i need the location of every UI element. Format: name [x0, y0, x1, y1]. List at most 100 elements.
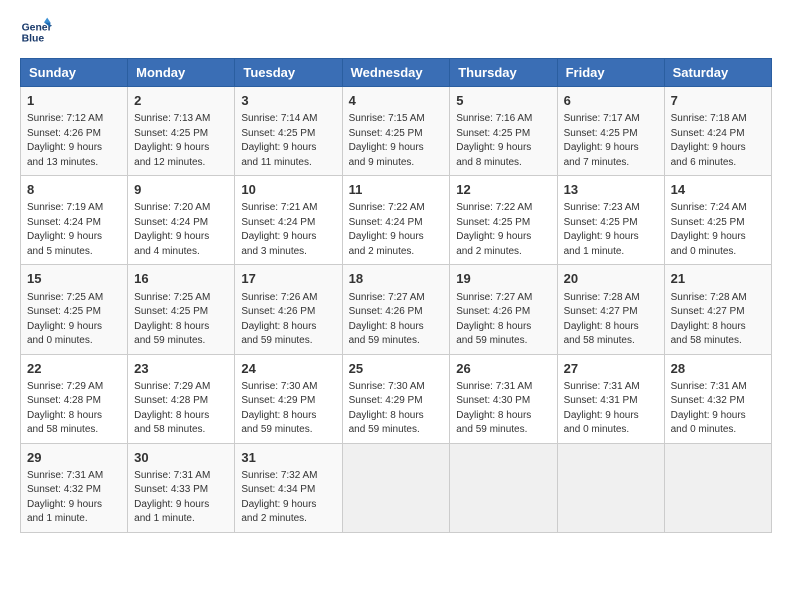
day-info: Sunrise: 7:20 AM Sunset: 4:24 PM Dayligh…	[134, 201, 228, 259]
day-cell: 27 Sunrise: 7:31 AM Sunset: 4:31 PM Dayli…	[557, 354, 664, 443]
day-info: Sunrise: 7:21 AM Sunset: 4:24 PM Dayligh…	[241, 201, 335, 259]
day-cell: 21 Sunrise: 7:28 AM Sunset: 4:27 PM Dayli…	[664, 265, 771, 354]
day-number: 28	[671, 360, 765, 378]
day-cell	[342, 443, 450, 532]
day-number: 16	[134, 270, 228, 288]
day-info: Sunrise: 7:28 AM Sunset: 4:27 PM Dayligh…	[671, 291, 765, 349]
day-cell: 10 Sunrise: 7:21 AM Sunset: 4:24 PM Dayli…	[235, 176, 342, 265]
day-cell: 23Sunrise: 7:29 AM Sunset: 4:28 PM Dayli…	[128, 354, 235, 443]
day-number: 19	[456, 270, 550, 288]
day-info: Sunrise: 7:27 AM Sunset: 4:26 PM Dayligh…	[349, 291, 444, 349]
day-number: 8	[27, 181, 121, 199]
day-number: 27	[564, 360, 658, 378]
day-number: 5	[456, 92, 550, 110]
day-cell: 31 Sunrise: 7:32 AM Sunset: 4:34 PM Dayli…	[235, 443, 342, 532]
day-info: Sunrise: 7:19 AM Sunset: 4:24 PM Dayligh…	[27, 201, 121, 259]
day-info: Sunrise: 7:25 AM Sunset: 4:25 PM Dayligh…	[134, 291, 228, 349]
week-row-1: 1 Sunrise: 7:12 AM Sunset: 4:26 PM Daylig…	[21, 87, 772, 176]
day-info: Sunrise: 7:28 AM Sunset: 4:27 PM Dayligh…	[564, 291, 658, 349]
col-header-wednesday: Wednesday	[342, 59, 450, 87]
day-cell: 3 Sunrise: 7:14 AM Sunset: 4:25 PM Daylig…	[235, 87, 342, 176]
day-number: 30	[134, 449, 228, 467]
week-row-5: 29Sunrise: 7:31 AM Sunset: 4:32 PM Dayli…	[21, 443, 772, 532]
day-number: 20	[564, 270, 658, 288]
day-cell: 18 Sunrise: 7:27 AM Sunset: 4:26 PM Dayli…	[342, 265, 450, 354]
day-cell: 22 Sunrise: 7:29 AM Sunset: 4:28 PM Dayli…	[21, 354, 128, 443]
day-number: 22	[27, 360, 121, 378]
day-info: Sunrise: 7:31 AM Sunset: 4:30 PM Dayligh…	[456, 380, 550, 438]
day-number: 4	[349, 92, 444, 110]
day-cell	[450, 443, 557, 532]
day-number: 9	[134, 181, 228, 199]
day-info: Sunrise: 7:31 AM Sunset: 4:32 PM Dayligh…	[27, 469, 121, 527]
day-number: 17	[241, 270, 335, 288]
day-info: Sunrise: 7:24 AM Sunset: 4:25 PM Dayligh…	[671, 201, 765, 259]
day-cell: 8 Sunrise: 7:19 AM Sunset: 4:24 PM Daylig…	[21, 176, 128, 265]
col-header-thursday: Thursday	[450, 59, 557, 87]
day-info: Sunrise: 7:30 AM Sunset: 4:29 PM Dayligh…	[241, 380, 335, 438]
day-cell: 20 Sunrise: 7:28 AM Sunset: 4:27 PM Dayli…	[557, 265, 664, 354]
col-header-sunday: Sunday	[21, 59, 128, 87]
svg-text:Blue: Blue	[22, 34, 45, 45]
day-number: 11	[349, 181, 444, 199]
day-cell: 29Sunrise: 7:31 AM Sunset: 4:32 PM Dayli…	[21, 443, 128, 532]
day-info: Sunrise: 7:26 AM Sunset: 4:26 PM Dayligh…	[241, 291, 335, 349]
day-number: 13	[564, 181, 658, 199]
day-cell	[664, 443, 771, 532]
day-cell: 19Sunrise: 7:27 AM Sunset: 4:26 PM Dayli…	[450, 265, 557, 354]
day-number: 14	[671, 181, 765, 199]
day-info: Sunrise: 7:16 AM Sunset: 4:25 PM Dayligh…	[456, 112, 550, 170]
day-number: 10	[241, 181, 335, 199]
day-number: 26	[456, 360, 550, 378]
logo: General Blue	[20, 16, 52, 48]
day-number: 7	[671, 92, 765, 110]
day-cell: 11Sunrise: 7:22 AM Sunset: 4:24 PM Dayli…	[342, 176, 450, 265]
col-header-monday: Monday	[128, 59, 235, 87]
day-cell: 30 Sunrise: 7:31 AM Sunset: 4:33 PM Dayli…	[128, 443, 235, 532]
day-cell	[557, 443, 664, 532]
day-cell: 17 Sunrise: 7:26 AM Sunset: 4:26 PM Dayli…	[235, 265, 342, 354]
day-cell: 25 Sunrise: 7:30 AM Sunset: 4:29 PM Dayli…	[342, 354, 450, 443]
col-header-tuesday: Tuesday	[235, 59, 342, 87]
logo-icon: General Blue	[20, 16, 52, 48]
col-header-friday: Friday	[557, 59, 664, 87]
day-info: Sunrise: 7:12 AM Sunset: 4:26 PM Dayligh…	[27, 112, 121, 170]
day-info: Sunrise: 7:25 AM Sunset: 4:25 PM Dayligh…	[27, 291, 121, 349]
calendar: SundayMondayTuesdayWednesdayThursdayFrid…	[20, 58, 772, 533]
day-number: 2	[134, 92, 228, 110]
day-cell: 7Sunrise: 7:18 AM Sunset: 4:24 PM Daylig…	[664, 87, 771, 176]
day-number: 6	[564, 92, 658, 110]
day-info: Sunrise: 7:31 AM Sunset: 4:33 PM Dayligh…	[134, 469, 228, 527]
day-number: 3	[241, 92, 335, 110]
col-header-saturday: Saturday	[664, 59, 771, 87]
day-cell: 5 Sunrise: 7:16 AM Sunset: 4:25 PM Daylig…	[450, 87, 557, 176]
day-cell: 1 Sunrise: 7:12 AM Sunset: 4:26 PM Daylig…	[21, 87, 128, 176]
calendar-header-row: SundayMondayTuesdayWednesdayThursdayFrid…	[21, 59, 772, 87]
day-cell: 24 Sunrise: 7:30 AM Sunset: 4:29 PM Dayli…	[235, 354, 342, 443]
day-cell: 4Sunrise: 7:15 AM Sunset: 4:25 PM Daylig…	[342, 87, 450, 176]
day-number: 18	[349, 270, 444, 288]
day-number: 15	[27, 270, 121, 288]
day-cell: 12Sunrise: 7:22 AM Sunset: 4:25 PM Dayli…	[450, 176, 557, 265]
header: General Blue	[20, 16, 772, 48]
day-info: Sunrise: 7:22 AM Sunset: 4:25 PM Dayligh…	[456, 201, 550, 259]
day-number: 31	[241, 449, 335, 467]
day-number: 24	[241, 360, 335, 378]
day-cell: 15 Sunrise: 7:25 AM Sunset: 4:25 PM Dayli…	[21, 265, 128, 354]
week-row-4: 22 Sunrise: 7:29 AM Sunset: 4:28 PM Dayli…	[21, 354, 772, 443]
day-cell: 16 Sunrise: 7:25 AM Sunset: 4:25 PM Dayli…	[128, 265, 235, 354]
day-info: Sunrise: 7:13 AM Sunset: 4:25 PM Dayligh…	[134, 112, 228, 170]
day-info: Sunrise: 7:29 AM Sunset: 4:28 PM Dayligh…	[27, 380, 121, 438]
day-cell: 14 Sunrise: 7:24 AM Sunset: 4:25 PM Dayli…	[664, 176, 771, 265]
day-info: Sunrise: 7:32 AM Sunset: 4:34 PM Dayligh…	[241, 469, 335, 527]
day-cell: 9 Sunrise: 7:20 AM Sunset: 4:24 PM Daylig…	[128, 176, 235, 265]
day-number: 1	[27, 92, 121, 110]
day-number: 21	[671, 270, 765, 288]
day-info: Sunrise: 7:14 AM Sunset: 4:25 PM Dayligh…	[241, 112, 335, 170]
day-number: 25	[349, 360, 444, 378]
day-cell: 13Sunrise: 7:23 AM Sunset: 4:25 PM Dayli…	[557, 176, 664, 265]
day-info: Sunrise: 7:31 AM Sunset: 4:31 PM Dayligh…	[564, 380, 658, 438]
day-info: Sunrise: 7:30 AM Sunset: 4:29 PM Dayligh…	[349, 380, 444, 438]
week-row-3: 15 Sunrise: 7:25 AM Sunset: 4:25 PM Dayli…	[21, 265, 772, 354]
day-cell: 6Sunrise: 7:17 AM Sunset: 4:25 PM Daylig…	[557, 87, 664, 176]
